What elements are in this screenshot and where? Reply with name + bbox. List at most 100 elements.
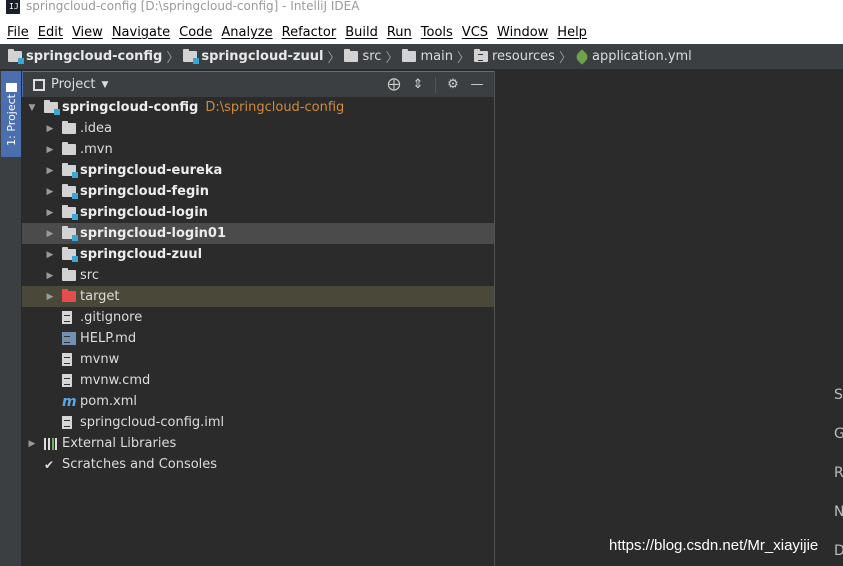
locate-icon[interactable]: ⨁: [383, 75, 405, 95]
tree-node-label: springcloud-eureka: [80, 163, 223, 178]
watermark-text: https://blog.csdn.net/Mr_xiayijie: [609, 537, 819, 554]
collapsed-arrow-icon[interactable]: ▶: [44, 166, 56, 176]
tree-node[interactable]: ▶ springcloud-login: [22, 202, 494, 223]
breadcrumb-item-resources[interactable]: resources: [473, 49, 555, 64]
minimize-icon[interactable]: —: [466, 75, 488, 95]
menu-tools[interactable]: Tools: [418, 25, 456, 40]
panel-toolbar: ⨁ ⇕ ⚙ —: [383, 75, 494, 95]
breadcrumb: springcloud-config 〉 springcloud-zuul 〉 …: [0, 44, 843, 70]
menu-help[interactable]: Help: [554, 25, 590, 40]
tree-node-label: Scratches and Consoles: [62, 457, 218, 472]
scratches-icon: ✔: [44, 457, 55, 472]
tree-node-label: .mvn: [80, 142, 113, 157]
menu-navigate[interactable]: Navigate: [109, 25, 173, 40]
module-folder-icon: [62, 163, 78, 178]
tree-node-scratches[interactable]: ✔ Scratches and Consoles: [22, 454, 494, 475]
chevron-right-icon: 〉: [456, 51, 470, 66]
module-folder-icon: [62, 226, 78, 241]
project-panel-header: Project ▼ ⨁ ⇕ ⚙ —: [22, 71, 494, 97]
tree-node-label: springcloud-config: [62, 100, 199, 115]
menu-vcs[interactable]: VCS: [459, 25, 491, 40]
tree-node[interactable]: m pom.xml: [22, 391, 494, 412]
tree-node[interactable]: ▶ src: [22, 265, 494, 286]
tree-node-label: src: [80, 268, 99, 283]
breadcrumb-label: src: [362, 49, 382, 64]
menu-edit[interactable]: Edit: [35, 25, 66, 40]
folder-icon: [62, 142, 76, 155]
collapsed-arrow-icon[interactable]: ▶: [44, 124, 56, 134]
tree-node-label: springcloud-fegin: [80, 184, 210, 199]
chevron-right-icon: 〉: [166, 51, 180, 66]
collapsed-arrow-icon[interactable]: ▶: [44, 292, 56, 302]
gear-icon[interactable]: ⚙: [442, 75, 464, 95]
intellij-app-icon: [6, 0, 20, 14]
editor-hint-text: R: [834, 465, 843, 481]
library-icon: [44, 437, 58, 450]
editor-hint-text: S: [834, 387, 843, 403]
tree-node-root[interactable]: ▼ springcloud-config D:\springcloud-conf…: [22, 97, 494, 118]
markdown-file-icon: [62, 332, 76, 345]
collapsed-arrow-icon[interactable]: ▶: [44, 229, 56, 239]
menu-refactor[interactable]: Refactor: [279, 25, 340, 40]
tree-node-label: .gitignore: [80, 310, 143, 325]
breadcrumb-item-src[interactable]: src: [344, 49, 381, 64]
menu-file[interactable]: File: [4, 25, 32, 40]
menu-run[interactable]: Run: [384, 25, 415, 40]
spring-leaf-icon: [574, 48, 590, 65]
maven-icon: m: [62, 393, 77, 410]
project-path: D:\springcloud-config: [205, 100, 345, 115]
tree-node[interactable]: ▶ springcloud-fegin: [22, 181, 494, 202]
editor-area: S G R N D https://blog.csdn.net/Mr_xiayi…: [496, 71, 843, 566]
menu-window[interactable]: Window: [494, 25, 551, 40]
collapsed-arrow-icon[interactable]: ▶: [44, 208, 56, 218]
tree-node[interactable]: ▶ .mvn: [22, 139, 494, 160]
breadcrumb-item-main[interactable]: main: [402, 49, 453, 64]
tree-node-excluded[interactable]: ▶ target: [22, 286, 494, 307]
collapsed-arrow-icon[interactable]: ▶: [44, 187, 56, 197]
breadcrumb-item-module[interactable]: springcloud-zuul: [183, 49, 323, 64]
collapse-icon[interactable]: ⇕: [407, 75, 429, 95]
window-title-bar: springcloud-config [D:\springcloud-confi…: [0, 0, 843, 20]
tree-node[interactable]: ▶ springcloud-eureka: [22, 160, 494, 181]
tree-node[interactable]: .gitignore: [22, 307, 494, 328]
tree-node-label: springcloud-login01: [80, 226, 227, 241]
menu-code[interactable]: Code: [176, 25, 215, 40]
menu-analyze[interactable]: Analyze: [218, 25, 275, 40]
folder-icon: [5, 83, 17, 92]
project-tree: ▼ springcloud-config D:\springcloud-conf…: [22, 97, 494, 475]
tree-node-selected[interactable]: ▶ springcloud-login01: [22, 223, 494, 244]
tree-node[interactable]: mvnw.cmd: [22, 370, 494, 391]
tree-node[interactable]: springcloud-config.iml: [22, 412, 494, 433]
excluded-folder-icon: [62, 289, 76, 302]
chevron-down-icon[interactable]: ▼: [101, 80, 108, 90]
tree-node-external-libraries[interactable]: ▶ External Libraries: [22, 433, 494, 454]
tree-node-label: pom.xml: [80, 394, 137, 409]
module-folder-icon: [44, 100, 60, 115]
breadcrumb-item-project[interactable]: springcloud-config: [8, 49, 162, 64]
tree-node[interactable]: mvnw: [22, 349, 494, 370]
breadcrumb-item-file[interactable]: application.yml: [574, 48, 692, 65]
project-view-selector[interactable]: Project: [51, 77, 95, 92]
module-folder-icon: [62, 247, 78, 262]
collapsed-arrow-icon[interactable]: ▶: [44, 250, 56, 260]
tree-node[interactable]: ▶ springcloud-zuul: [22, 244, 494, 265]
tree-node-label: springcloud-login: [80, 205, 208, 220]
collapsed-arrow-icon[interactable]: ▶: [44, 271, 56, 281]
expand-arrow-icon[interactable]: ▼: [26, 103, 38, 113]
tree-node[interactable]: HELP.md: [22, 328, 494, 349]
folder-icon: [402, 49, 417, 62]
collapsed-arrow-icon[interactable]: ▶: [44, 145, 56, 155]
menu-view[interactable]: View: [69, 25, 106, 40]
collapsed-arrow-icon[interactable]: ▶: [26, 439, 38, 449]
menu-build[interactable]: Build: [342, 25, 381, 40]
tree-node-label: HELP.md: [80, 331, 137, 346]
folder-icon: [344, 49, 359, 62]
window-title: springcloud-config [D:\springcloud-confi…: [26, 0, 360, 13]
project-tool-tab-label: 1: Project: [4, 94, 18, 146]
project-tool-tab[interactable]: 1: Project: [1, 71, 21, 157]
resources-folder-icon: [473, 49, 488, 62]
editor-hint-text: N: [834, 504, 843, 520]
folder-icon: [62, 268, 76, 281]
file-icon: [62, 311, 72, 324]
tree-node[interactable]: ▶ .idea: [22, 118, 494, 139]
